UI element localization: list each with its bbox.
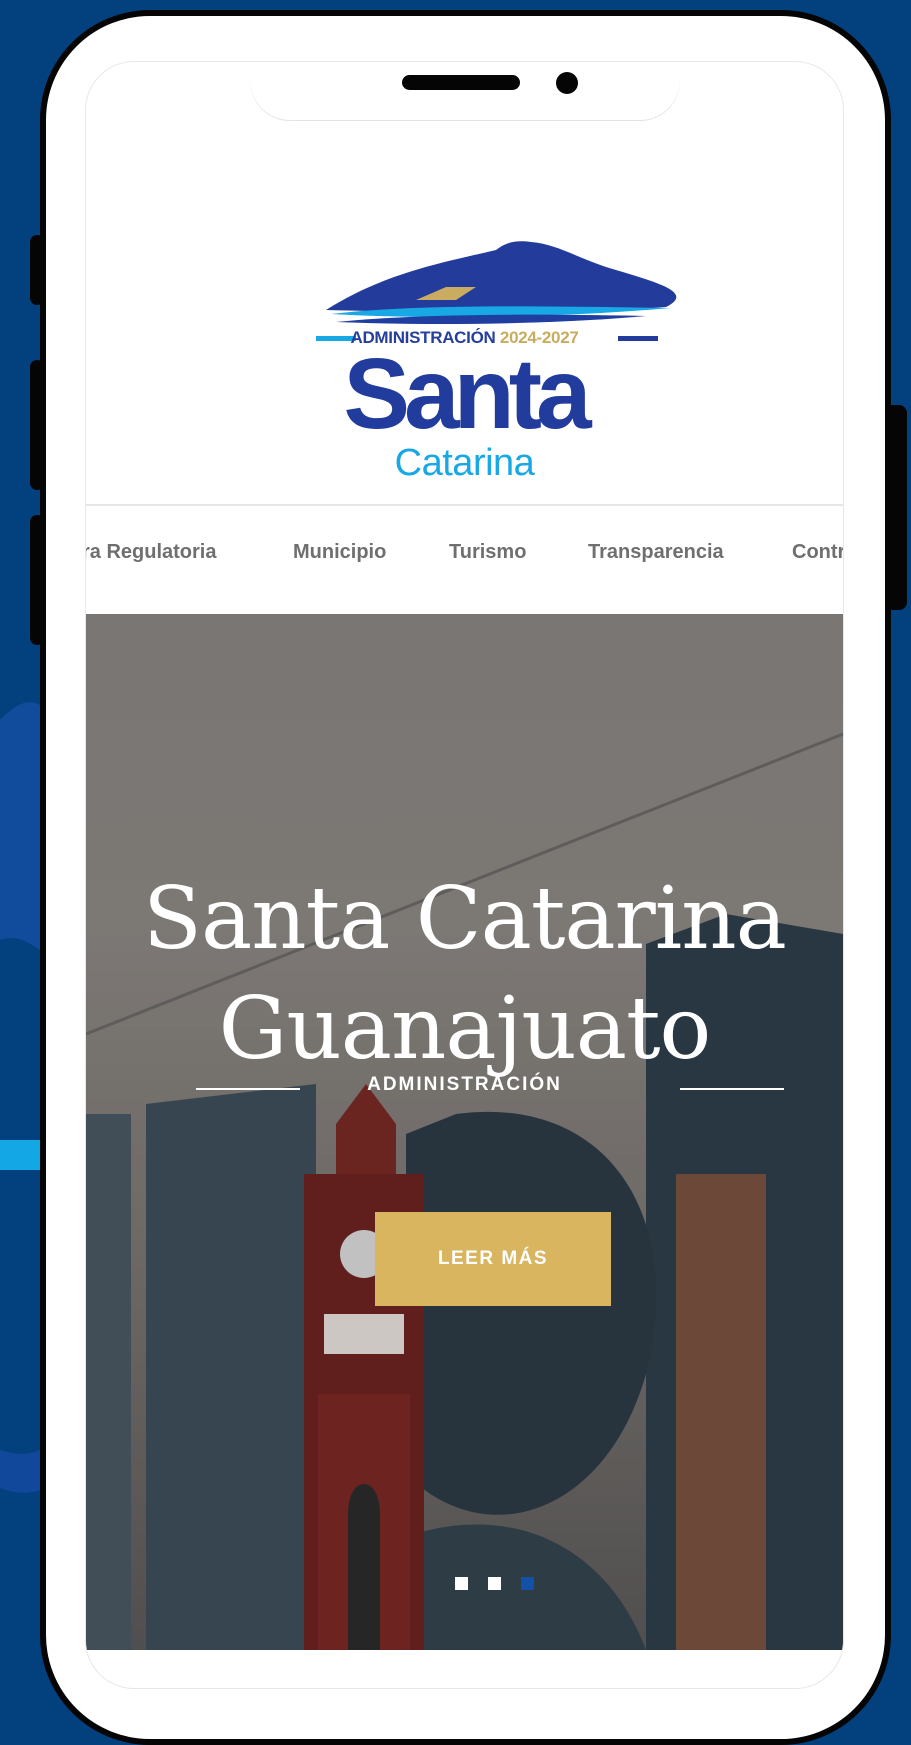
nav-item-mejora-regulatoria[interactable]: ra Regulatoria — [86, 541, 216, 564]
hero-title: Santa Catarina Guanajuato — [86, 864, 843, 1084]
leer-mas-button[interactable]: LEER MÁS — [375, 1212, 611, 1306]
nav-item-turismo[interactable]: Turismo — [449, 541, 526, 564]
slider-dot-3-active[interactable] — [521, 1577, 534, 1590]
hero-subtitle: ADMINISTRACIÓN — [367, 1074, 562, 1095]
phone-speaker — [402, 75, 520, 90]
main-navigation: ra Regulatoria Municipio Turismo Transpa… — [86, 504, 843, 616]
phone-camera — [556, 72, 578, 94]
phone-screen: ADMINISTRACIÓN 2024-2027 Santa Catarina … — [86, 62, 843, 1688]
logo-catarina-text: Catarina — [394, 442, 535, 484]
phone-notch — [250, 62, 680, 120]
hero-slider: Santa Catarina Guanajuato ADMINISTRACIÓN… — [86, 614, 843, 1650]
nav-item-transparencia[interactable]: Transparencia — [588, 541, 724, 564]
hero-subtitle-line-right — [680, 1088, 784, 1090]
hero-background-image — [86, 614, 843, 1650]
hero-title-line1: Santa Catarina — [143, 869, 787, 969]
mountain-logo-graphic — [316, 241, 677, 341]
slider-dot-1[interactable] — [455, 1577, 468, 1590]
nav-item-contacto[interactable]: Contr — [792, 541, 843, 564]
hero-title-line2: Guanajuato — [218, 979, 712, 1079]
site-logo[interactable]: ADMINISTRACIÓN 2024-2027 Santa Catarina — [86, 172, 843, 502]
nav-item-municipio[interactable]: Municipio — [293, 541, 386, 564]
logo-santa-text: Santa — [343, 338, 591, 450]
slider-dot-2[interactable] — [488, 1577, 501, 1590]
